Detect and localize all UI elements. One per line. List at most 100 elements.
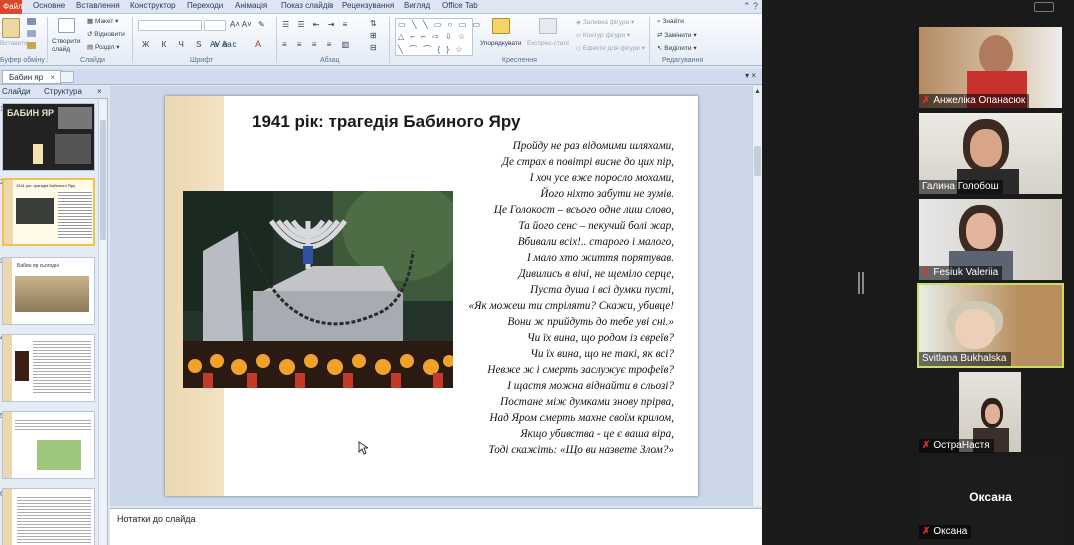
smartart-icon[interactable]: ⊟ — [370, 43, 377, 52]
shapes-icons[interactable]: ▭ ╲ ╲ ▭ ○ ▭ ▭ — [398, 20, 482, 29]
slide-panel-scrollbar[interactable] — [98, 100, 107, 545]
tab-review[interactable]: Рецензування — [342, 1, 394, 10]
new-tab-button[interactable] — [60, 71, 74, 83]
tab-slides[interactable]: Слайди — [2, 87, 31, 96]
slide-thumbnail-4[interactable] — [2, 334, 95, 402]
tab-transitions[interactable]: Переходи — [187, 1, 223, 10]
layout-button[interactable]: ▦ Макет ▾ — [87, 17, 118, 25]
group-paragraph-label: Абзац — [320, 57, 340, 64]
powerpoint-window: Файл Основне Вставлення Конструктор Пере… — [0, 0, 762, 545]
slide-thumbnail-5[interactable] — [2, 411, 95, 479]
quick-styles-button-label[interactable]: Експрес-стилі — [527, 40, 569, 47]
char-spacing-icon[interactable]: AV Aa — [210, 40, 232, 49]
format-painter-icon[interactable] — [27, 42, 36, 49]
current-slide[interactable]: 1941 рік: трагедія Бабиного Яру Пройду н… — [165, 96, 698, 496]
participant-face — [966, 213, 996, 249]
shapes-icons[interactable]: △ ⌐ ⌐ ⇨ ⇩ ☆ — [398, 32, 467, 41]
poem-line: Над Яром смерть махне своїм крилом, — [489, 412, 674, 424]
document-tab-title: Бабин яр — [9, 73, 44, 82]
participant-tile[interactable]: ✗ Fesiuk Valeriia — [919, 199, 1062, 280]
clear-format-icon[interactable]: ✎ — [258, 20, 265, 29]
close-icon[interactable]: × — [50, 73, 55, 82]
tab-home[interactable]: Основне — [33, 1, 65, 10]
pane-resize-handle[interactable] — [858, 272, 864, 294]
poem-line: І щастя можна віднайти в сльозі? — [507, 380, 674, 392]
poem-line: Пройду не раз відомими шляхами, — [512, 140, 674, 152]
tab-insert[interactable]: Вставлення — [76, 1, 120, 10]
arrange-button-label[interactable]: Упорядкувати — [480, 40, 521, 47]
participant-tile[interactable]: ✗ ОстраНастя — [919, 372, 1062, 453]
group-drawing-label: Креслення — [502, 57, 537, 64]
quick-styles-icon[interactable] — [539, 18, 557, 34]
layout-button-label: Макет — [94, 18, 114, 25]
participant-tile[interactable]: ✗ Анжеліка Опанасюк — [919, 27, 1062, 108]
document-tab[interactable]: Бабин яр × — [2, 70, 63, 84]
poem-line: Чи їх вина, що родом із євреїв? — [526, 332, 674, 344]
shapes-icons[interactable]: ╲ ⌒ ⌒ { } ☆ — [398, 44, 464, 55]
slide-title[interactable]: 1941 рік: трагедія Бабиного Яру — [252, 112, 520, 132]
copy-icon[interactable] — [27, 30, 36, 37]
tab-animations[interactable]: Анімація — [235, 1, 267, 10]
align-icons[interactable]: ≡ ≡ ≡ ≡ ▥ — [282, 40, 353, 49]
select-button[interactable]: ↖ Виділити ▾ — [657, 44, 697, 52]
paste-icon[interactable] — [2, 18, 20, 38]
view-toggle-icon[interactable] — [1034, 2, 1054, 12]
tab-view[interactable]: Вигляд — [404, 1, 430, 10]
mic-muted-icon: ✗ — [922, 95, 931, 106]
tab-list-icons[interactable]: ▾ × — [745, 71, 756, 80]
gallery-background — [762, 0, 912, 545]
tab-office-tab[interactable]: Office Tab — [442, 1, 478, 10]
tab-outline[interactable]: Структура — [44, 87, 82, 96]
scroll-up-icon[interactable]: ▲ — [754, 88, 761, 95]
slide-thumbnail-1[interactable]: БАБИН ЯР — [2, 103, 95, 171]
reset-button[interactable]: ↺ Відновити — [87, 30, 125, 38]
section-button[interactable]: ▤ Розділ ▾ — [87, 43, 120, 51]
tab-slideshow[interactable]: Показ слайдів — [281, 1, 333, 10]
thumb-stripe — [3, 258, 12, 324]
close-icon[interactable]: × — [97, 87, 102, 96]
shapes-gallery[interactable]: ▭ ╲ ╲ ▭ ○ ▭ ▭ △ ⌐ ⌐ ⇨ ⇩ ☆ ╲ ⌒ ⌒ { } ☆ — [395, 18, 480, 56]
shape-effects-icon: ◇ — [576, 45, 583, 52]
menorah-monument-image — [183, 191, 453, 388]
file-tab[interactable]: Файл — [0, 0, 23, 14]
poem-line: Вбивали всіх!.. старого і малого, — [517, 236, 674, 248]
group-divider — [276, 17, 277, 63]
slide-scrollbar[interactable]: ▲ — [752, 86, 762, 506]
cut-icon[interactable] — [27, 18, 36, 25]
poem-line: Чи їх вина, що не такі, як всі? — [530, 348, 674, 360]
list-icons[interactable]: ☰ ☰ ⇤ ⇥ ≡ — [282, 20, 350, 29]
help-icon[interactable]: ⌃ ? — [743, 1, 758, 12]
paste-button-label[interactable]: Вставити — [0, 40, 28, 47]
participant-name: Анжеліка Опанасюк — [933, 95, 1026, 106]
tab-design[interactable]: Конструктор — [130, 1, 176, 10]
scrollbar-thumb[interactable] — [754, 146, 761, 176]
arrange-icon[interactable] — [492, 18, 510, 34]
new-slide-button-label[interactable]: Створити слайд — [52, 38, 86, 54]
thumb-map — [37, 440, 81, 470]
participant-tile-active-speaker[interactable]: Svitlana Bukhalska — [917, 283, 1064, 368]
notes-pane[interactable]: Нотатки до слайда — [110, 508, 762, 545]
font-size-input[interactable] — [204, 20, 226, 31]
slide-thumbnail-6[interactable] — [2, 488, 95, 545]
replace-button[interactable]: ⇄ Замінити ▾ — [657, 31, 697, 39]
text-direction-icon[interactable]: ⇅ — [370, 19, 377, 28]
slide-thumbnail-3[interactable]: Бабин яр сьогодні — [2, 257, 95, 325]
font-color-icon[interactable]: A — [255, 39, 261, 49]
group-divider — [132, 17, 133, 63]
participant-tile[interactable]: Галина Голобош — [919, 113, 1062, 194]
font-grow-icon[interactable]: A˄ A˅ — [230, 20, 252, 29]
shape-fill-button[interactable]: ◈ Заливка фігури ▾ — [576, 18, 634, 26]
shape-effects-button[interactable]: ◇ Ефекти для фігури ▾ — [576, 44, 645, 52]
participant-name: ОстраНастя — [933, 440, 990, 451]
font-name-input[interactable] — [138, 20, 202, 31]
find-button[interactable]: ⌕ Знайти — [657, 18, 684, 26]
align-text-icon[interactable]: ⊞ — [370, 31, 377, 40]
slide-thumbnail-2[interactable]: 1941 рік: трагедія Бабиного Яру — [2, 178, 95, 246]
participant-face — [979, 35, 1013, 75]
poem-text[interactable]: Пройду не раз відомими шляхами, Де страх… — [414, 138, 674, 458]
shape-outline-button[interactable]: ▱ Контур фігури ▾ — [576, 31, 630, 39]
poem-line: Дивились в вічі, не щеміло серце, — [518, 268, 674, 280]
scrollbar-thumb[interactable] — [100, 120, 106, 240]
new-slide-icon[interactable] — [58, 18, 75, 33]
participant-tile-video-off[interactable]: Оксана ✗ Оксана — [919, 458, 1062, 545]
